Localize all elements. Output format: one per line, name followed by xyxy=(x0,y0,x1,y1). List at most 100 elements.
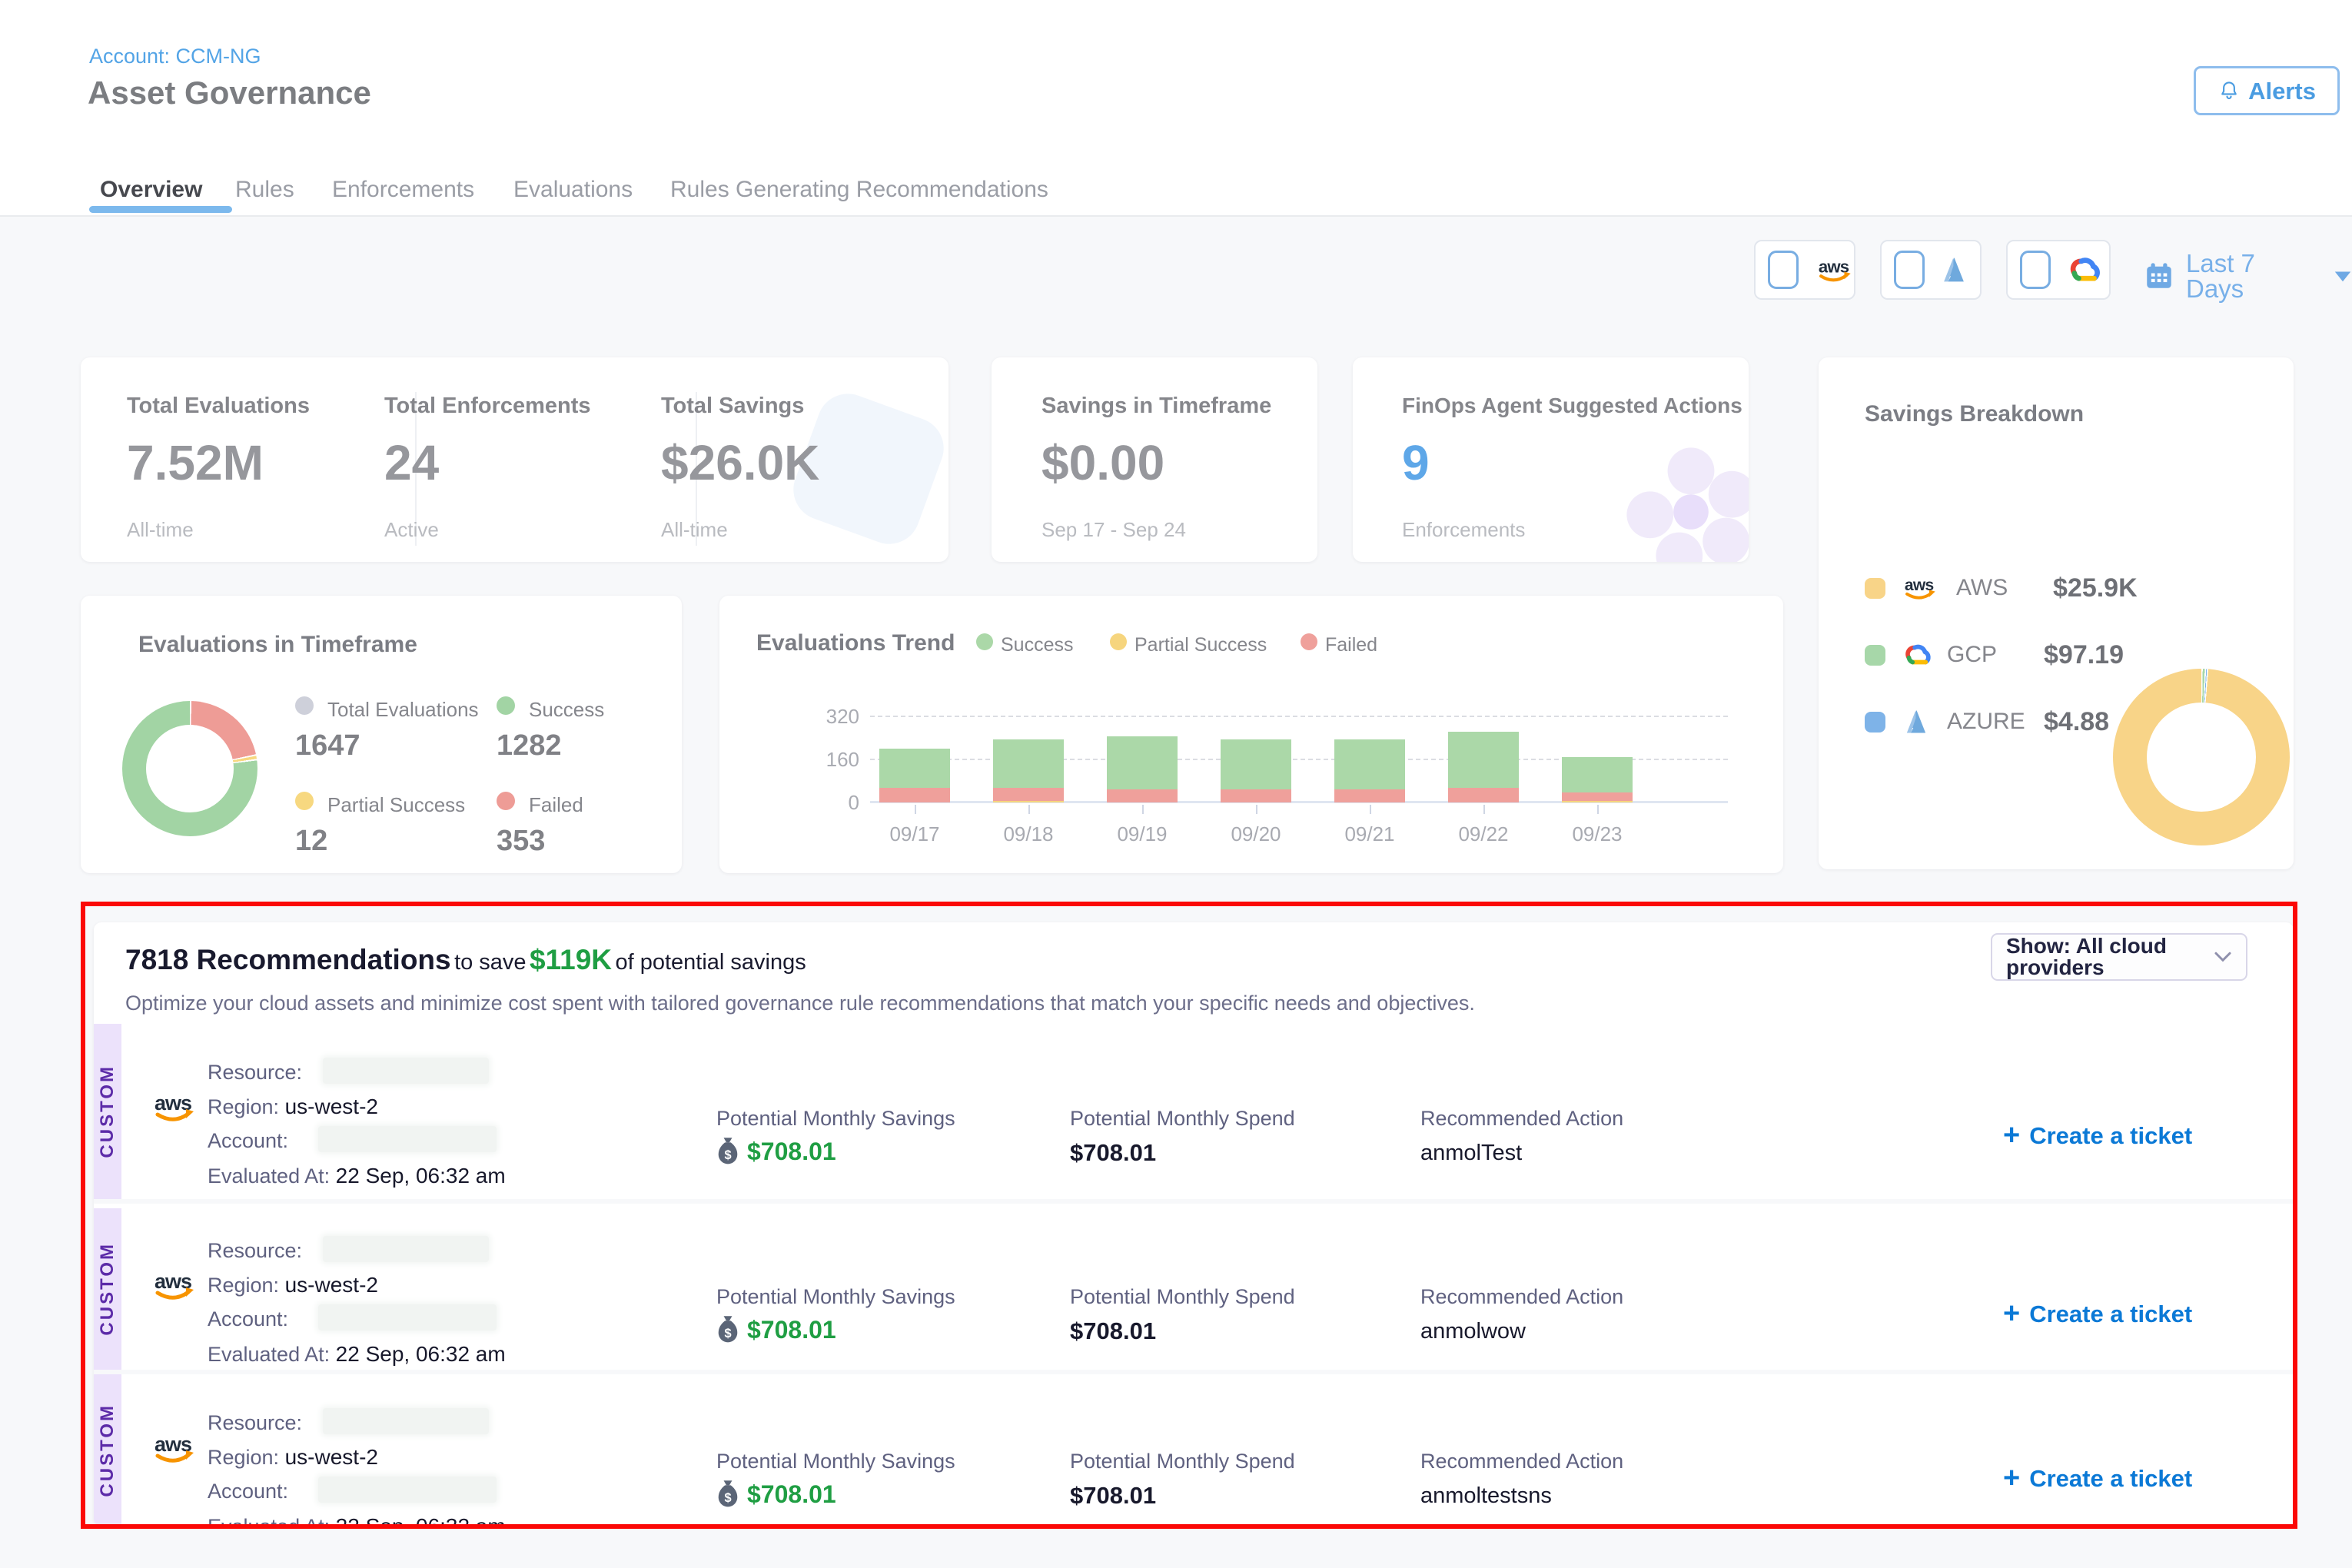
create-ticket-button[interactable]: + Create a ticket xyxy=(2003,1302,2192,1326)
savings-column-label: Potential Monthly Savings xyxy=(716,1108,955,1129)
finops-actions-caption: Enforcements xyxy=(1402,520,1525,540)
legend-provider-name: AZURE xyxy=(1947,710,2031,733)
x-axis-label: 09/21 xyxy=(1324,824,1416,844)
azure-checkbox[interactable] xyxy=(1894,251,1925,289)
x-axis-label: 09/22 xyxy=(1437,824,1530,844)
gcp-checkbox[interactable] xyxy=(2020,251,2051,289)
partial-success-dot-icon xyxy=(295,792,314,810)
money-bag-icon: $ xyxy=(716,1479,739,1510)
bar-segment-failed xyxy=(1448,788,1519,802)
legend-value: 353 xyxy=(497,826,545,855)
aws-logo-icon: aws xyxy=(151,1268,200,1302)
save-prefix: to save xyxy=(454,950,527,975)
svg-text:aws: aws xyxy=(154,1270,191,1293)
filter-chip-aws[interactable]: aws xyxy=(1754,240,1855,300)
create-ticket-button[interactable]: + Create a ticket xyxy=(2003,1467,2192,1490)
gcp-logo-icon xyxy=(2063,255,2103,284)
bell-icon xyxy=(2217,79,2241,102)
create-ticket-button[interactable]: + Create a ticket xyxy=(2003,1124,2192,1148)
bar-segment-success xyxy=(1221,739,1291,789)
partial-success-dot-icon xyxy=(1110,633,1127,650)
total-savings-caption: All-time xyxy=(661,520,728,540)
alerts-button[interactable]: Alerts xyxy=(2194,66,2340,115)
azure-color-swatch xyxy=(1865,712,1885,733)
aws-logo-icon: aws xyxy=(1815,256,1855,284)
filter-chip-gcp[interactable] xyxy=(2006,240,2111,300)
x-axis-tick xyxy=(1256,805,1257,814)
tab-evaluations[interactable]: Evaluations xyxy=(513,178,633,201)
recommended-action-value: anmoltestsns xyxy=(1420,1483,1552,1509)
svg-text:aws: aws xyxy=(154,1433,191,1456)
redacted-account-value xyxy=(318,1477,497,1503)
save-suffix: of potential savings xyxy=(615,950,806,975)
bar-segment-success xyxy=(879,749,950,788)
trend-bar-09/23 xyxy=(1562,676,1633,802)
y-axis-tick-320: 320 xyxy=(799,706,859,726)
aws-logo-icon: aws xyxy=(151,1090,200,1124)
savings-column-label: Potential Monthly Savings xyxy=(716,1451,955,1472)
total-enforcements-title: Total Enforcements xyxy=(384,395,591,417)
recommendations-count: 7818 Recommendations xyxy=(125,944,451,975)
redacted-resource-value xyxy=(323,1058,489,1084)
aws-logo-icon: aws xyxy=(1902,575,1940,601)
recommendation-row: CUSTOM aws Resource: Region: us-west-2 A… xyxy=(94,1024,2294,1199)
trend-bar-09/17 xyxy=(879,676,950,802)
region-value: us-west-2 xyxy=(285,1445,378,1469)
bar-segment-success xyxy=(1107,736,1178,789)
finops-actions-value: 9 xyxy=(1402,438,1430,487)
failed-dot-icon xyxy=(497,792,515,810)
region-label: Region: xyxy=(208,1095,279,1118)
legend-value: 1647 xyxy=(295,731,360,760)
recommended-action-value: anmolwow xyxy=(1420,1319,1526,1344)
legend-provider-value: $97.19 xyxy=(2044,642,2124,668)
resource-label: Resource: xyxy=(208,1241,302,1261)
gcp-logo-icon xyxy=(1899,643,1933,667)
calendar-icon xyxy=(2143,260,2175,292)
bar-segment-success xyxy=(1562,757,1633,792)
bar-segment-failed xyxy=(993,788,1064,802)
gcp-logo-icon xyxy=(1899,643,1933,667)
aws-logo-icon: aws xyxy=(151,1090,200,1128)
region-label: Region: xyxy=(208,1274,279,1297)
cloud-provider-filter-dropdown[interactable]: Show: All cloud providers xyxy=(1991,933,2247,981)
tab-enforcements[interactable]: Enforcements xyxy=(332,178,474,201)
tab-overview[interactable]: Overview xyxy=(100,178,202,201)
date-range-picker[interactable]: Last 7 Days xyxy=(2143,251,2352,301)
bar-segment-failed xyxy=(879,788,950,802)
spend-value: $708.01 xyxy=(1070,1317,1156,1345)
tab-rules[interactable]: Rules xyxy=(235,178,294,201)
filter-chip-azure[interactable] xyxy=(1880,240,1982,300)
aws-color-swatch xyxy=(1865,578,1885,599)
spend-value: $708.01 xyxy=(1070,1139,1156,1167)
plus-icon: + xyxy=(2003,1124,2020,1147)
azure-logo-icon xyxy=(1902,709,1930,735)
aws-logo-icon: aws xyxy=(151,1431,200,1465)
region-label: Region: xyxy=(208,1446,279,1469)
savings-value-group: $ $708.01 xyxy=(716,1136,836,1167)
money-bag-icon: $ xyxy=(716,1136,739,1167)
savings-in-timeframe-card: Savings in Timeframe $0.00 Sep 17 - Sep … xyxy=(992,357,1317,562)
trend-bar-09/20 xyxy=(1221,676,1291,802)
redacted-resource-value xyxy=(323,1236,489,1262)
bar-segment-partial-success xyxy=(993,801,1064,802)
action-column-label: Recommended Action xyxy=(1420,1108,1623,1129)
legend-item-aws: aws AWS $25.9K xyxy=(1865,574,2138,602)
trend-bar-09/18 xyxy=(993,676,1064,802)
chevron-down-icon xyxy=(2334,270,2352,283)
date-range-label: Last 7 Days xyxy=(2186,251,2318,301)
total-enforcements-caption: Active xyxy=(384,520,439,540)
trend-bar-09/22 xyxy=(1448,676,1519,802)
svg-text:aws: aws xyxy=(154,1091,191,1115)
tab-rules-generating-recommendations[interactable]: Rules Generating Recommendations xyxy=(670,178,1048,201)
money-bag-icon: $ xyxy=(716,1479,739,1510)
money-bag-icon: $ xyxy=(716,1136,739,1167)
finops-actions-card: FinOps Agent Suggested Actions 9 Enforce… xyxy=(1353,357,1749,562)
success-dot-icon xyxy=(497,696,515,715)
evaluated-at-value: 22 Sep, 06:32 am xyxy=(336,1164,506,1188)
custom-rule-tag: CUSTOM xyxy=(94,1208,121,1370)
aws-checkbox[interactable] xyxy=(1768,251,1799,289)
create-ticket-label: Create a ticket xyxy=(2029,1124,2192,1148)
active-tab-underline xyxy=(89,206,232,213)
y-axis-tick-0: 0 xyxy=(799,792,859,812)
breadcrumb-account-link[interactable]: Account: CCM-NG xyxy=(89,46,261,67)
